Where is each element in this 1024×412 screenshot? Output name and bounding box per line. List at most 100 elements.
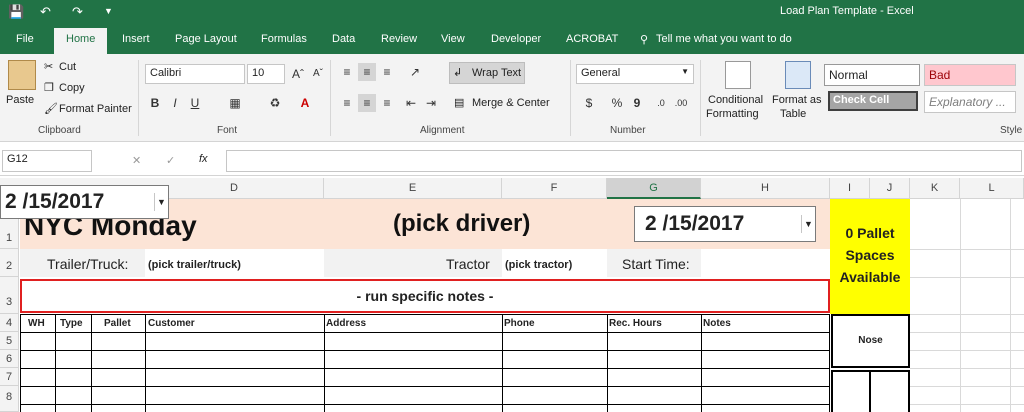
start-time-value-cell <box>701 249 830 277</box>
row-header-2[interactable]: 2 <box>0 249 19 277</box>
tab-file[interactable]: File <box>16 33 34 45</box>
decrease-font-icon[interactable]: Aˇ <box>309 65 327 83</box>
style-check-cell[interactable]: Check Cell <box>828 91 918 111</box>
decrease-indent-icon[interactable]: ⇤ <box>402 94 420 112</box>
gridline <box>910 277 1024 278</box>
tab-acrobat[interactable]: ACROBAT <box>566 33 618 45</box>
header-type: Type <box>60 318 83 329</box>
tab-developer[interactable]: Developer <box>491 33 541 45</box>
number-group-label: Number <box>610 125 646 136</box>
conditional-label[interactable]: Conditional <box>708 94 763 106</box>
borders-icon[interactable]: ▦ <box>226 94 244 112</box>
row-header-4[interactable]: 4 <box>0 314 19 332</box>
tab-formulas[interactable]: Formulas <box>261 33 307 45</box>
comma-style-icon[interactable]: 9 <box>628 94 646 112</box>
align-left-icon[interactable]: ≡ <box>338 94 356 112</box>
currency-icon[interactable]: $ <box>580 94 598 112</box>
redo-icon[interactable]: ↷ <box>72 4 83 20</box>
increase-decimal-icon[interactable]: .0 <box>652 94 670 112</box>
column-header-g[interactable]: G <box>607 178 701 199</box>
tell-me-box[interactable]: Tell me what you want to do <box>656 33 792 45</box>
row-header-3[interactable]: 3 <box>0 277 19 314</box>
fill-color-icon[interactable]: ♻ <box>266 94 284 112</box>
table-label[interactable]: Table <box>780 108 806 120</box>
customize-qat-icon[interactable]: ▼ <box>104 6 113 16</box>
paste-button[interactable]: Paste <box>6 94 34 106</box>
chevron-down-icon[interactable]: ▼ <box>801 215 815 233</box>
enter-icon[interactable]: ✓ <box>166 154 175 167</box>
trailer-select[interactable]: (pick trailer/truck) <box>148 259 241 271</box>
save-icon[interactable]: 💾 <box>8 4 24 20</box>
merge-icon[interactable]: ▤ <box>454 96 464 109</box>
table-border <box>55 314 56 412</box>
ribbon: Paste ✂ Cut ❐ Copy 🖌 Format Painter Clip… <box>0 54 1024 142</box>
align-bottom-icon[interactable]: ≡ <box>378 63 396 81</box>
tractor-select[interactable]: (pick tractor) <box>505 259 572 271</box>
underline-icon[interactable]: U <box>186 94 204 112</box>
bold-icon[interactable]: B <box>146 94 164 112</box>
scissors-icon[interactable]: ✂ <box>44 60 53 73</box>
copy-button[interactable]: Copy <box>59 82 85 94</box>
style-explanatory[interactable]: Explanatory ... <box>924 91 1016 113</box>
column-header-e[interactable]: E <box>324 178 502 199</box>
align-top-icon[interactable]: ≡ <box>338 63 356 81</box>
tab-view[interactable]: View <box>441 33 465 45</box>
date-picker-left[interactable]: 2 /15/2017 ▼ <box>0 185 169 219</box>
font-name-select[interactable]: Calibri <box>145 64 245 84</box>
style-bad[interactable]: Bad <box>924 64 1016 86</box>
column-header-d[interactable]: D <box>145 178 324 199</box>
align-middle-icon[interactable]: ≡ <box>358 63 376 81</box>
align-right-icon[interactable]: ≡ <box>378 94 396 112</box>
conditional-formatting-icon[interactable] <box>725 61 751 89</box>
driver-select[interactable]: (pick driver) <box>393 210 530 238</box>
font-size-select[interactable]: 10 <box>247 64 285 84</box>
row-header-8[interactable]: 8 <box>0 386 19 412</box>
insert-function-icon[interactable]: fx <box>199 153 208 165</box>
name-box[interactable]: G12 <box>2 150 92 172</box>
tab-data[interactable]: Data <box>332 33 355 45</box>
format-painter-icon[interactable]: 🖌 <box>44 102 58 115</box>
tab-review[interactable]: Review <box>381 33 417 45</box>
column-header-l[interactable]: L <box>960 178 1024 199</box>
column-header-j[interactable]: J <box>870 178 910 199</box>
format-as-label[interactable]: Format as <box>772 94 822 106</box>
italic-icon[interactable]: I <box>166 94 184 112</box>
undo-icon[interactable]: ↶ <box>40 4 51 20</box>
format-painter-button[interactable]: Format Painter <box>59 103 132 115</box>
date-picker-right[interactable]: 2 /15/2017 ▼ <box>634 206 816 242</box>
row-header-6[interactable]: 6 <box>0 350 19 368</box>
header-customer: Customer <box>148 318 195 329</box>
gridline <box>910 332 1024 333</box>
copy-icon[interactable]: ❐ <box>44 81 54 94</box>
column-header-h[interactable]: H <box>701 178 830 199</box>
formatting-label[interactable]: Formatting <box>706 108 759 120</box>
orientation-icon[interactable]: ↗ <box>406 63 424 81</box>
tab-page-layout[interactable]: Page Layout <box>175 33 237 45</box>
tab-home[interactable]: Home <box>54 28 108 54</box>
font-color-icon[interactable]: A <box>296 94 314 112</box>
align-center-icon[interactable]: ≡ <box>358 94 376 112</box>
column-header-k[interactable]: K <box>910 178 960 199</box>
table-border <box>607 314 608 412</box>
cancel-icon[interactable]: ✕ <box>132 154 141 167</box>
format-as-table-icon[interactable] <box>785 61 811 89</box>
number-format-select[interactable]: General ▼ <box>576 64 694 84</box>
decrease-decimal-icon[interactable]: .00 <box>672 94 690 112</box>
row-header-7[interactable]: 7 <box>0 368 19 386</box>
row-header-5[interactable]: 5 <box>0 332 19 350</box>
table-border <box>20 404 830 405</box>
style-normal[interactable]: Normal <box>824 64 920 86</box>
wrap-text-button[interactable]: ↲ Wrap Text <box>449 62 525 84</box>
cut-button[interactable]: Cut <box>59 61 76 73</box>
chevron-down-icon[interactable]: ▼ <box>154 193 168 211</box>
increase-font-icon[interactable]: Aˆ <box>289 65 307 83</box>
formula-input[interactable] <box>226 150 1022 172</box>
paste-icon[interactable] <box>8 60 36 90</box>
increase-indent-icon[interactable]: ⇥ <box>422 94 440 112</box>
tab-insert[interactable]: Insert <box>122 33 150 45</box>
percent-icon[interactable]: % <box>608 94 626 112</box>
merge-center-button[interactable]: Merge & Center <box>472 97 550 109</box>
column-header-f[interactable]: F <box>502 178 607 199</box>
table-border <box>91 314 92 412</box>
column-header-i[interactable]: I <box>830 178 870 199</box>
